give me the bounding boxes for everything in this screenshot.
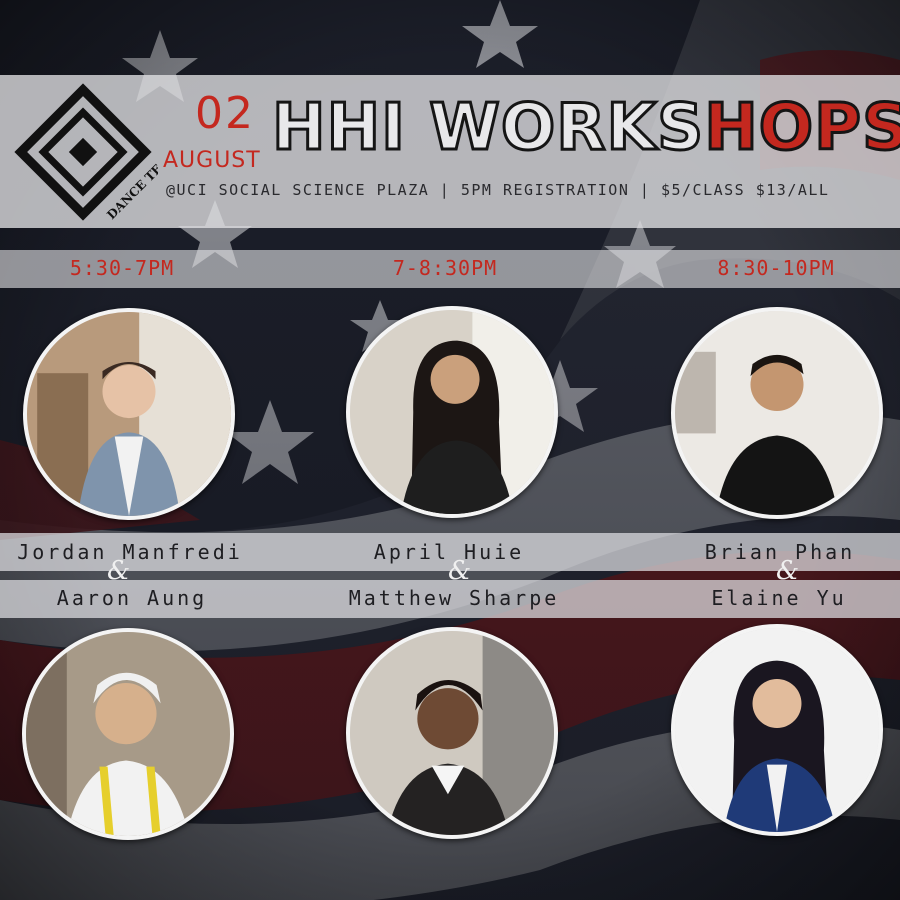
instructor-photo-matthew bbox=[346, 627, 558, 839]
instructor-photo-brian bbox=[671, 307, 883, 519]
date-month: AUGUST bbox=[163, 148, 261, 173]
instructor-photo-april bbox=[346, 306, 558, 518]
title-main: HHI WORKS bbox=[270, 91, 705, 165]
ampersand-2: & bbox=[448, 556, 472, 586]
event-title: HHI WORKSHOPS bbox=[270, 95, 900, 162]
event-subtitle: @UCI SOCIAL SCIENCE PLAZA | 5PM REGISTRA… bbox=[166, 181, 830, 199]
instructor-name-elaine: Elaine Yu bbox=[711, 586, 847, 610]
time-slot-2: 7-8:30PM bbox=[392, 256, 498, 280]
title-accent: HOPS bbox=[703, 91, 900, 165]
date-day: 02 bbox=[195, 88, 255, 139]
instructor-name-jordan: Jordan Manfredi bbox=[17, 540, 243, 564]
instructor-name-aaron: Aaron Aung bbox=[56, 586, 208, 610]
instructor-photo-elaine bbox=[671, 624, 883, 836]
instructor-name-matthew: Matthew Sharpe bbox=[348, 586, 560, 610]
instructor-photo-aaron bbox=[22, 628, 234, 840]
ampersand-3: & bbox=[776, 556, 800, 586]
ampersand-1: & bbox=[107, 556, 131, 586]
instructor-photo-jordan bbox=[23, 308, 235, 520]
dance-team-logo: DANCE TEAM bbox=[14, 83, 158, 222]
time-slot-1: 5:30-7PM bbox=[69, 256, 175, 280]
time-slot-3: 8:30-10PM bbox=[717, 256, 835, 280]
instructor-name-brian: Brian Phan bbox=[704, 540, 856, 564]
